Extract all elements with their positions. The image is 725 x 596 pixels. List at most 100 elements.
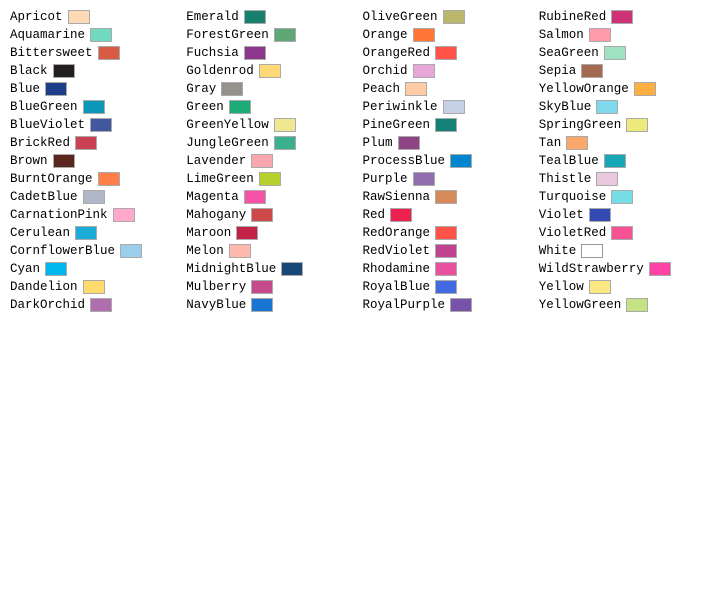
color-name: Goldenrod [186, 64, 254, 78]
color-row: Cerulean [10, 224, 186, 242]
color-name: CadetBlue [10, 190, 78, 204]
color-row: RoyalBlue [363, 278, 539, 296]
color-name: BlueViolet [10, 118, 85, 132]
color-name: Orange [363, 28, 408, 42]
color-name: Bittersweet [10, 46, 93, 60]
color-row: GreenYellow [186, 116, 362, 134]
color-swatch [251, 298, 273, 312]
color-name: Rhodamine [363, 262, 431, 276]
color-row: Emerald [186, 8, 362, 26]
color-swatch [413, 172, 435, 186]
color-swatch [413, 64, 435, 78]
color-row: RawSienna [363, 188, 539, 206]
color-swatch [221, 82, 243, 96]
color-row: DarkOrchid [10, 296, 186, 314]
color-name: YellowGreen [539, 298, 622, 312]
color-name: Sepia [539, 64, 577, 78]
color-row: CarnationPink [10, 206, 186, 224]
color-swatch [405, 82, 427, 96]
color-swatch [450, 298, 472, 312]
color-row: OliveGreen [363, 8, 539, 26]
color-name: BlueGreen [10, 100, 78, 114]
color-swatch [229, 100, 251, 114]
color-row: Salmon [539, 26, 715, 44]
color-row: JungleGreen [186, 134, 362, 152]
color-row: Tan [539, 134, 715, 152]
color-row: Fuchsia [186, 44, 362, 62]
color-name: Purple [363, 172, 408, 186]
color-swatch [611, 10, 633, 24]
color-name: Mahogany [186, 208, 246, 222]
color-name: Blue [10, 82, 40, 96]
color-swatch [274, 118, 296, 132]
color-row: Yellow [539, 278, 715, 296]
color-swatch [626, 118, 648, 132]
color-name: Dandelion [10, 280, 78, 294]
column-1: EmeraldForestGreenFuchsiaGoldenrodGrayGr… [186, 8, 362, 314]
color-name: Violet [539, 208, 584, 222]
color-swatch [390, 208, 412, 222]
color-row: YellowOrange [539, 80, 715, 98]
color-swatch [251, 208, 273, 222]
color-row: CornflowerBlue [10, 242, 186, 260]
color-row: Apricot [10, 8, 186, 26]
color-swatch [259, 172, 281, 186]
color-swatch [398, 136, 420, 150]
column-0: ApricotAquamarineBittersweetBlackBlueBlu… [10, 8, 186, 314]
color-swatch [53, 64, 75, 78]
color-swatch [435, 244, 457, 258]
color-swatch [45, 262, 67, 276]
color-swatch [435, 280, 457, 294]
color-name: RedViolet [363, 244, 431, 258]
color-swatch [435, 226, 457, 240]
color-row: Turquoise [539, 188, 715, 206]
color-name: CornflowerBlue [10, 244, 115, 258]
color-row: BlueViolet [10, 116, 186, 134]
column-3: RubineRedSalmonSeaGreenSepiaYellowOrange… [539, 8, 715, 314]
color-row: YellowGreen [539, 296, 715, 314]
color-row: OrangeRed [363, 44, 539, 62]
color-name: OliveGreen [363, 10, 438, 24]
color-name: BrickRed [10, 136, 70, 150]
color-swatch [83, 100, 105, 114]
color-swatch [611, 190, 633, 204]
color-swatch [236, 226, 258, 240]
color-swatch [244, 46, 266, 60]
color-row: SeaGreen [539, 44, 715, 62]
color-row: Rhodamine [363, 260, 539, 278]
color-row: Aquamarine [10, 26, 186, 44]
color-name: LimeGreen [186, 172, 254, 186]
color-name: Plum [363, 136, 393, 150]
color-swatch [90, 298, 112, 312]
color-swatch [589, 280, 611, 294]
color-swatch [120, 244, 142, 258]
color-name: Salmon [539, 28, 584, 42]
color-row: Dandelion [10, 278, 186, 296]
color-swatch [589, 208, 611, 222]
color-swatch [581, 244, 603, 258]
color-name: TealBlue [539, 154, 599, 168]
color-swatch [274, 28, 296, 42]
color-row: SpringGreen [539, 116, 715, 134]
color-swatch [611, 226, 633, 240]
color-row: Orange [363, 26, 539, 44]
color-swatch [435, 118, 457, 132]
color-swatch [259, 64, 281, 78]
color-name: White [539, 244, 577, 258]
color-row: RedOrange [363, 224, 539, 242]
color-swatch [435, 262, 457, 276]
color-name: ProcessBlue [363, 154, 446, 168]
color-row: ForestGreen [186, 26, 362, 44]
color-swatch [589, 28, 611, 42]
color-swatch [443, 100, 465, 114]
color-row: Blue [10, 80, 186, 98]
color-name: Melon [186, 244, 224, 258]
color-row: Sepia [539, 62, 715, 80]
color-name: NavyBlue [186, 298, 246, 312]
color-name: Red [363, 208, 386, 222]
color-row: NavyBlue [186, 296, 362, 314]
color-swatch [75, 226, 97, 240]
color-name: Periwinkle [363, 100, 438, 114]
color-swatch [581, 64, 603, 78]
color-swatch [413, 28, 435, 42]
